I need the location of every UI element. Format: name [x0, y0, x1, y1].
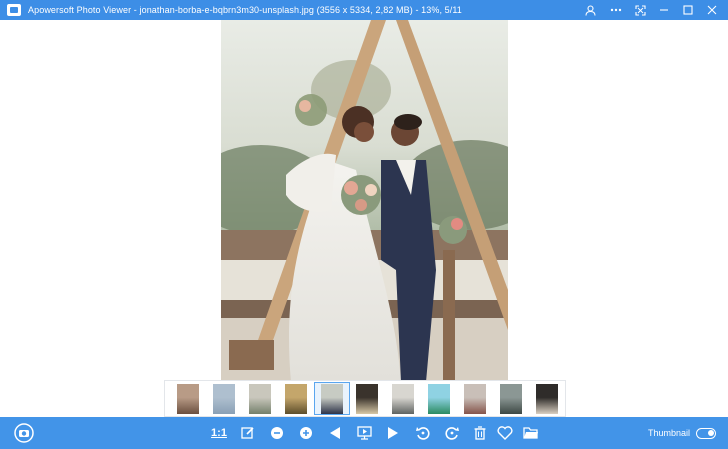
thumbnail-item[interactable] [529, 382, 565, 415]
rotate-left-button[interactable] [409, 417, 437, 449]
thumbnail-item[interactable] [457, 382, 493, 415]
next-icon [388, 427, 398, 439]
thumbnail-label: Thumbnail [647, 428, 690, 438]
zoom-out-icon [271, 427, 283, 439]
thumbnail-item[interactable] [278, 382, 314, 415]
actual-size-button[interactable]: 1:1 [205, 417, 233, 449]
thumbnail-item[interactable] [421, 382, 457, 415]
app-logo-icon [7, 4, 21, 16]
thumbnail-image [248, 383, 271, 414]
thumbnail-toggle-group: Thumbnail [648, 417, 716, 449]
favorite-button[interactable] [491, 417, 519, 449]
account-icon[interactable] [578, 0, 602, 20]
thumbnail-image [356, 383, 379, 414]
toggle-knob [708, 429, 714, 436]
slideshow-icon [356, 426, 372, 440]
actual-size-label: 1:1 [211, 427, 227, 439]
rotate-right-button[interactable] [438, 417, 466, 449]
thumbnail-item[interactable] [385, 382, 421, 415]
trash-icon [474, 426, 486, 440]
slideshow-button[interactable] [350, 417, 378, 449]
heart-icon [497, 426, 513, 440]
thumbnail-toggle[interactable] [696, 427, 716, 439]
thumbnail-item[interactable] [170, 382, 206, 415]
window-controls [578, 0, 728, 20]
thumbnail-item[interactable] [350, 382, 386, 415]
minimize-icon[interactable] [652, 0, 676, 20]
thumbnail-image [284, 383, 307, 414]
thumbnail-item[interactable] [313, 382, 350, 415]
thumbnail-item[interactable] [206, 382, 242, 415]
thumbnail-strip [164, 380, 566, 417]
thumbnail-item[interactable] [242, 382, 278, 415]
folder-icon [523, 427, 538, 439]
delete-button[interactable] [466, 417, 494, 449]
edit-button[interactable] [234, 417, 262, 449]
previous-button[interactable] [321, 417, 349, 449]
fullscreen-icon[interactable] [628, 0, 652, 20]
thumbnail-item[interactable] [493, 382, 529, 415]
thumbnail-image [428, 383, 451, 414]
rotate-left-icon [416, 427, 430, 440]
more-icon[interactable] [604, 0, 628, 20]
screenshot-button[interactable] [10, 417, 38, 449]
title-bar: Apowersoft Photo Viewer - jonathan-borba… [0, 0, 728, 20]
thumbnail-image [392, 383, 415, 414]
rotate-right-icon [445, 427, 459, 440]
zoom-in-button[interactable] [292, 417, 320, 449]
open-folder-button[interactable] [517, 417, 545, 449]
maximize-icon[interactable] [676, 0, 700, 20]
next-button[interactable] [379, 417, 407, 449]
previous-icon [330, 427, 340, 439]
bottom-toolbar: 1:1 Thumbnail [0, 417, 728, 449]
zoom-in-icon [300, 427, 312, 439]
window-title: Apowersoft Photo Viewer - jonathan-borba… [28, 5, 462, 15]
edit-icon [241, 427, 254, 439]
zoom-out-button[interactable] [263, 417, 291, 449]
thumbnail-image [176, 383, 199, 414]
thumbnail-image [536, 383, 559, 414]
thumbnail-image [212, 383, 235, 414]
thumbnail-image [320, 383, 343, 414]
camera-icon [14, 423, 34, 443]
thumbnail-image [464, 383, 487, 414]
thumbnail-image [500, 383, 523, 414]
close-icon[interactable] [700, 0, 724, 20]
main-photo[interactable] [221, 20, 508, 382]
image-viewer-area[interactable] [0, 20, 728, 417]
